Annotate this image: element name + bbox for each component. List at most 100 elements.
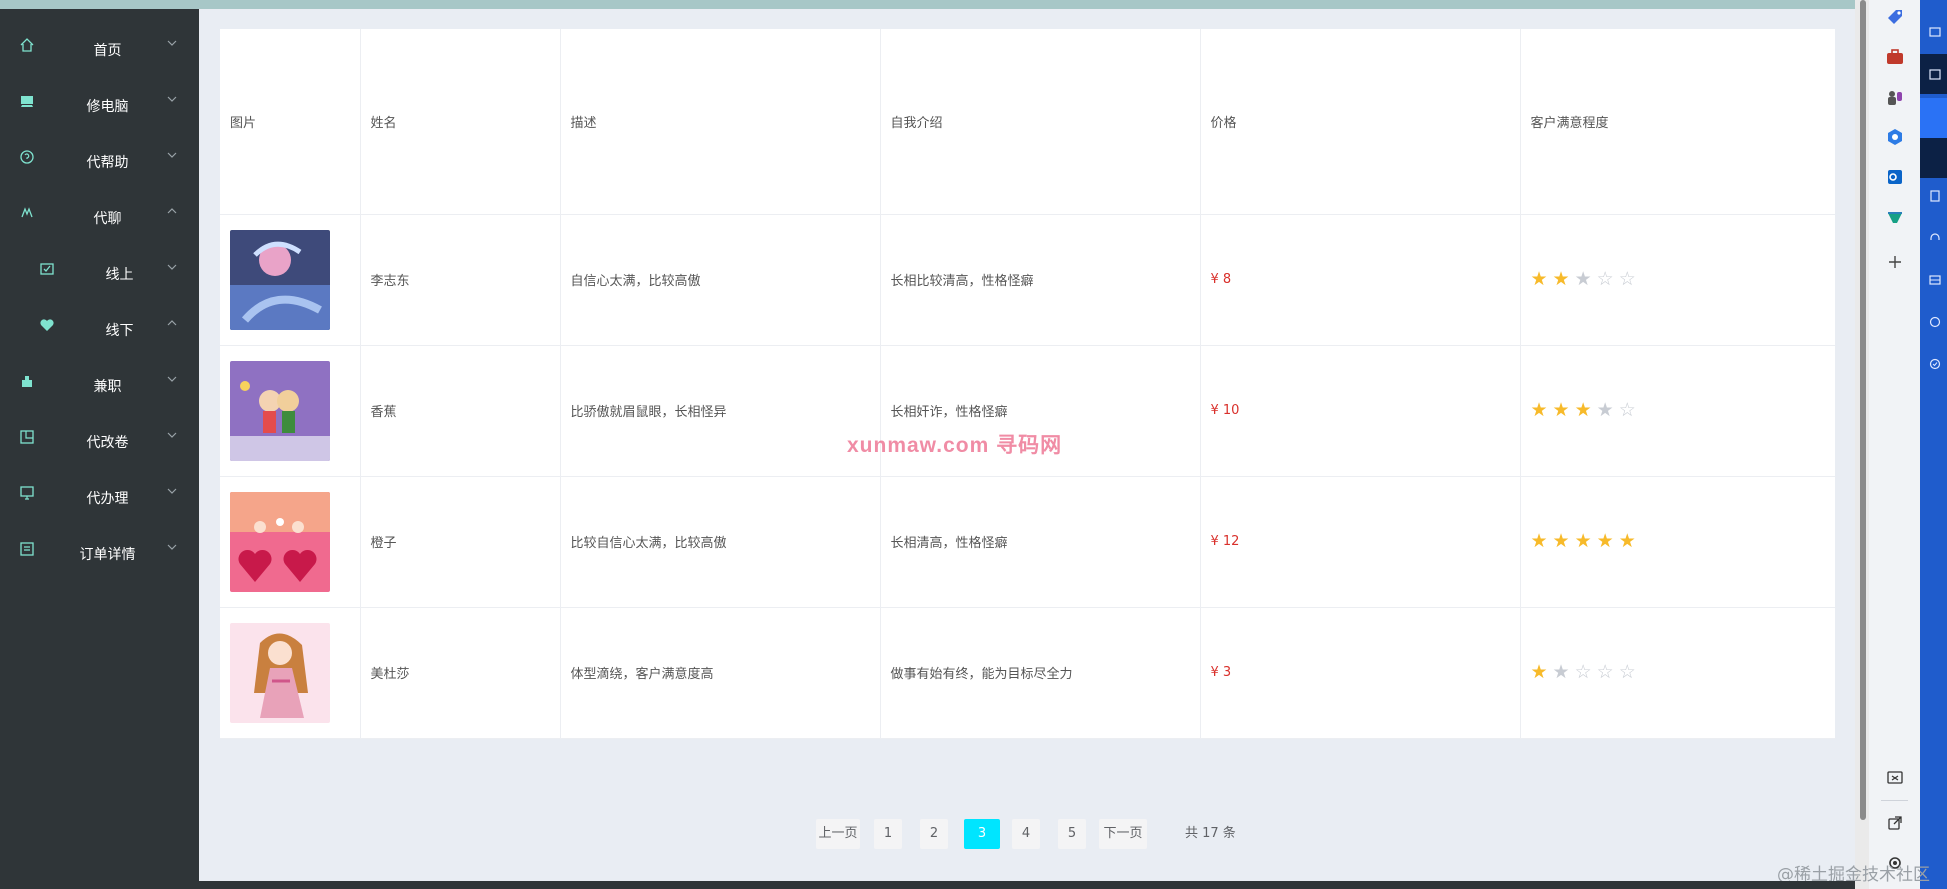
next-page-button[interactable]: 下一页 (1099, 819, 1147, 849)
parttime-icon (22, 376, 32, 387)
star-empty-icon[interactable]: ★ (1597, 401, 1614, 420)
table-cell-rating: ★ ★ ★ ★ ★ (1520, 476, 1835, 608)
sidebar-item-7[interactable]: 代改卷 (0, 417, 199, 473)
table-cell-name: 美杜莎 (360, 607, 561, 739)
home-icon (20, 38, 34, 52)
star-empty-icon[interactable]: ☆ (1619, 663, 1636, 682)
avatar-girl-pink (230, 622, 330, 723)
data-table: 图片 姓名 描述 自我介绍 价格 客户满意程度 李志东 自信心太满，比较高傲 长相比… (220, 29, 1835, 739)
page-button-1[interactable]: 1 (874, 819, 902, 849)
sidebar-item-label: 代聊 (93, 211, 122, 227)
sidebar-item-label: 首页 (93, 43, 122, 59)
edge-block (1920, 138, 1947, 178)
chevron-down-icon (167, 376, 177, 382)
chevron-down-icon (167, 96, 177, 102)
star-rating[interactable]: ★ ★ ★ ☆ ☆ (1531, 270, 1826, 289)
sidebar-item-label: 兼职 (93, 379, 122, 395)
chevron-up-icon (167, 320, 177, 326)
toolbox-icon[interactable] (1884, 46, 1906, 68)
star-filled-icon[interactable]: ★ (1619, 532, 1636, 551)
star-empty-icon[interactable]: ☆ (1575, 663, 1592, 682)
star-empty-icon[interactable]: ★ (1575, 270, 1592, 289)
star-rating[interactable]: ★ ★ ☆ ☆ ☆ (1531, 663, 1826, 682)
scrollbar-thumb[interactable] (1860, 0, 1866, 820)
star-filled-icon[interactable]: ★ (1597, 532, 1614, 551)
star-filled-icon[interactable]: ★ (1553, 532, 1570, 551)
table-cell-image (220, 345, 361, 477)
copilot-icon[interactable] (1884, 126, 1906, 148)
star-filled-icon[interactable]: ★ (1553, 401, 1570, 420)
page-button-4[interactable]: 4 (1012, 819, 1040, 849)
table-cell-intro: 长相比较清高，性格怪癖 (880, 214, 1201, 346)
open-external-icon[interactable] (1884, 812, 1906, 834)
sidebar-item-label: 代帮助 (86, 155, 129, 171)
table-cell-image (220, 214, 361, 346)
table-cell-rating: ★ ★ ☆ ☆ ☆ (1520, 607, 1835, 739)
sidebar-item-label: 线下 (105, 323, 134, 339)
avatar-couple (230, 360, 330, 461)
sidebar-item-label: 代改卷 (86, 435, 129, 451)
star-empty-icon[interactable]: ☆ (1619, 401, 1636, 420)
table-cell-description: 比较自信心太满，比较高傲 (560, 476, 881, 608)
chevron-up-icon (167, 208, 177, 214)
page-button-3[interactable]: 3 (964, 819, 1000, 849)
table-cell-description: 自信心太满，比较高傲 (560, 214, 881, 346)
table-cell-intro: 长相清高，性格怪癖 (880, 476, 1201, 608)
sidebar-item-6[interactable]: 兼职 (0, 361, 199, 417)
column-header-description: 描述 (560, 29, 881, 215)
sidebar-item-2[interactable]: 代帮助 (0, 137, 199, 193)
screen-capture-icon[interactable] (1884, 767, 1906, 789)
outlook-icon[interactable] (1884, 166, 1906, 188)
add-icon[interactable] (1884, 251, 1906, 273)
help-icon (20, 150, 34, 164)
sidebar: 首页修电脑代帮助代聊线上线下兼职代改卷代办理 订单详情 (0, 9, 199, 881)
star-filled-icon[interactable]: ★ (1531, 663, 1548, 682)
sidebar-item-1[interactable]: 修电脑 (0, 81, 199, 137)
column-header-price: 价格 (1200, 29, 1521, 215)
games-icon[interactable] (1884, 86, 1906, 108)
sidebar-item-4[interactable]: 线上 (0, 249, 199, 305)
star-rating[interactable]: ★ ★ ★ ★ ★ (1531, 532, 1826, 551)
table-cell-name: 李志东 (360, 214, 561, 346)
page-button-2[interactable]: 2 (920, 819, 948, 849)
sidebar-item-3[interactable]: 代聊 (0, 193, 199, 249)
edge-calendar-icon[interactable] (1929, 68, 1941, 80)
table-cell-name: 香蕉 (360, 345, 561, 477)
taskbar-edge (1920, 0, 1947, 889)
table-cell-image (220, 607, 361, 739)
sidebar-item-0[interactable]: 首页 (0, 25, 199, 81)
page-button-5[interactable]: 5 (1058, 819, 1086, 849)
sidebar-item-9[interactable]: 订单详情 (0, 529, 199, 585)
chevron-down-icon (167, 488, 177, 494)
web-capture-icon[interactable] (1884, 206, 1906, 228)
star-filled-icon[interactable]: ★ (1531, 270, 1548, 289)
vertical-scrollbar[interactable] (1855, 0, 1869, 889)
sidebar-item-8[interactable]: 代办理 (0, 473, 199, 529)
table-cell-image (220, 476, 361, 608)
star-empty-icon[interactable]: ★ (1553, 663, 1570, 682)
monitor-icon (20, 486, 34, 500)
column-header-name: 姓名 (360, 29, 561, 215)
edge-doc-icon[interactable] (1929, 190, 1941, 202)
sidebar-item-5[interactable]: 线下 (0, 305, 199, 361)
browser-side-panel (1869, 0, 1920, 889)
star-filled-icon[interactable]: ★ (1575, 401, 1592, 420)
edge-headset-icon[interactable] (1929, 232, 1941, 244)
star-filled-icon[interactable]: ★ (1553, 270, 1570, 289)
star-filled-icon[interactable]: ★ (1531, 532, 1548, 551)
star-empty-icon[interactable]: ☆ (1597, 663, 1614, 682)
star-empty-icon[interactable]: ☆ (1597, 270, 1614, 289)
edge-window-icon[interactable] (1929, 26, 1941, 38)
edge-copyright-icon[interactable] (1929, 316, 1941, 328)
star-empty-icon[interactable]: ☆ (1619, 270, 1636, 289)
chevron-down-icon (167, 152, 177, 158)
edge-list-icon[interactable] (1929, 274, 1941, 286)
prev-page-button[interactable]: 上一页 (816, 819, 860, 849)
star-filled-icon[interactable]: ★ (1531, 401, 1548, 420)
bottom-bar (0, 881, 1855, 889)
computer-repair-icon (21, 96, 33, 107)
star-filled-icon[interactable]: ★ (1575, 532, 1592, 551)
edge-check-icon[interactable] (1929, 358, 1941, 370)
star-rating[interactable]: ★ ★ ★ ★ ☆ (1531, 401, 1826, 420)
tag-icon[interactable] (1884, 6, 1906, 28)
